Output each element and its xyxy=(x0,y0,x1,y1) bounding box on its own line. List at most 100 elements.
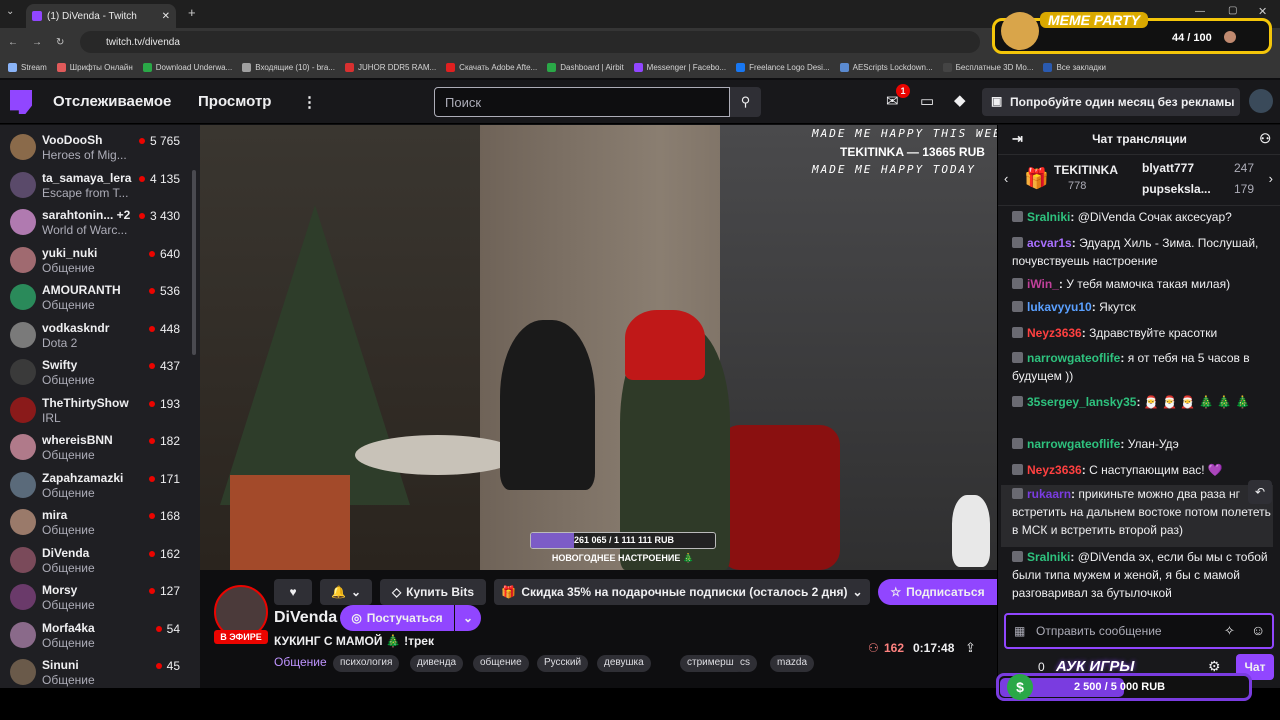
chat-username[interactable]: iWin_ xyxy=(1027,277,1059,291)
chat-message[interactable]: 35sergey_lansky35: 🎅 🎅 🎅 🎄 🎄 🎄 xyxy=(1012,393,1274,411)
tab-close-icon[interactable]: ✕ xyxy=(162,11,170,22)
reply-icon[interactable]: ↶ xyxy=(1248,480,1272,504)
chat-input[interactable]: ▦ Отправить сообщение ✧ ☺ xyxy=(1004,613,1274,649)
reload-icon[interactable]: ↻ xyxy=(56,37,64,48)
prime-crown-icon[interactable]: ◆ xyxy=(954,91,966,109)
forward-icon[interactable]: → xyxy=(32,37,42,48)
bookmark-item[interactable]: Dashboard | Airbit xyxy=(547,62,624,72)
maximize-icon[interactable]: ▢ xyxy=(1228,5,1237,16)
bookmark-item[interactable]: Скачать Adobe Afte... xyxy=(446,62,537,72)
nav-following[interactable]: Отслеживаемое xyxy=(53,93,171,110)
bookmark-item[interactable]: Messenger | Facebo... xyxy=(633,62,726,72)
bits-cheer-icon[interactable]: ✧ xyxy=(1224,623,1235,639)
search-button[interactable]: ⚲ xyxy=(730,87,761,117)
leaderboard-next-icon[interactable]: › xyxy=(1269,171,1273,186)
whispers-icon[interactable]: ▭ xyxy=(920,92,934,110)
sidebar-channel-item[interactable]: sarahtonin... +2 World of Warc... 3 430 xyxy=(0,203,200,240)
sidebar-channel-item[interactable]: Morsy Общение 127 xyxy=(0,578,200,615)
bookmark-item[interactable]: JUHOR DDR5 RAM... xyxy=(344,62,436,72)
sidebar-channel-item[interactable]: ta_samaya_lera Escape from T... 4 135 xyxy=(0,166,200,203)
channel-points-count[interactable]: 0 xyxy=(1038,660,1045,674)
sidebar-channel-item[interactable]: DiVenda Общение 162 xyxy=(0,541,200,578)
stream-tag[interactable]: общение xyxy=(473,655,529,672)
emote-picker-icon[interactable]: ☺ xyxy=(1251,622,1265,638)
user-badge-icon xyxy=(1012,396,1023,407)
chat-username[interactable]: 35sergey_lansky35 xyxy=(1027,395,1136,409)
chat-message[interactable]: Sralniki: @DiVenda Сочак аксесуар? xyxy=(1012,208,1274,226)
leaderboard-prev-icon[interactable]: ‹ xyxy=(1004,171,1008,186)
nav-browse[interactable]: Просмотр xyxy=(198,93,271,110)
stream-tag[interactable]: дивенда xyxy=(410,655,464,672)
chat-username[interactable]: Neyz3636 xyxy=(1027,463,1082,477)
bookmark-item[interactable]: Freelance Logo Desi... xyxy=(736,62,830,72)
twitch-logo-icon[interactable] xyxy=(10,90,32,114)
sidebar-channel-item[interactable]: Sinuni Общение 45 xyxy=(0,653,200,688)
bookmark-item[interactable]: Входящие (10) - bra... xyxy=(242,62,335,72)
stream-tag[interactable]: Русский xyxy=(537,655,589,672)
collapse-chat-icon[interactable]: ⇥ xyxy=(1012,125,1023,153)
ad-free-promo-button[interactable]: ▣ Попробуйте один месяц без рекламы xyxy=(982,88,1240,116)
sidebar-channel-item[interactable]: yuki_nuki Общение 640 xyxy=(0,241,200,278)
close-window-icon[interactable]: ✕ xyxy=(1258,5,1267,18)
more-menu-icon[interactable]: ⋮ xyxy=(302,93,317,111)
video-player[interactable]: MADE ME HAPPY THIS WEEK MADE ME HAPPY TO… xyxy=(200,125,997,570)
tab-list-icon[interactable]: ⌄ xyxy=(6,6,14,17)
bookmark-item[interactable]: Download Underwa... xyxy=(142,62,232,72)
new-tab-icon[interactable]: + xyxy=(188,5,196,20)
share-icon[interactable]: ⇪ xyxy=(965,640,976,656)
chat-message[interactable]: rukaarn: прикиньте можно два раза нг вст… xyxy=(1012,485,1274,539)
channel-name[interactable]: DiVenda xyxy=(274,609,337,627)
search-input[interactable]: Поиск xyxy=(434,87,730,117)
chat-message[interactable]: acvar1s: Эдуард Хиль - Зима. Послушай, п… xyxy=(1012,234,1274,270)
bookmark-item[interactable]: Шрифты Онлайн xyxy=(56,62,133,72)
chat-username[interactable]: Neyz3636 xyxy=(1027,326,1082,340)
chat-message[interactable]: Neyz3636: С наступающим вас! 💜 xyxy=(1012,461,1274,479)
sidebar-channel-item[interactable]: VooDooSh Heroes of Mig... 5 765 xyxy=(0,128,200,165)
gift-sub-promo-button[interactable]: 🎁 Скидка 35% на подарочные подписки (оста… xyxy=(494,579,870,605)
follow-heart-button[interactable]: ♥ xyxy=(274,579,312,605)
url-field[interactable]: twitch.tv/divenda xyxy=(80,31,980,53)
chat-username[interactable]: narrowgateoflife xyxy=(1027,351,1120,365)
chat-username[interactable]: acvar1s xyxy=(1027,236,1072,250)
buy-bits-button[interactable]: ◇ Купить Bits xyxy=(380,579,486,605)
chat-username[interactable]: rukaarn xyxy=(1027,487,1071,501)
stream-tag[interactable]: психология xyxy=(333,655,400,672)
stream-tag[interactable]: mazda xyxy=(770,655,815,672)
chat-username[interactable]: Sralniki xyxy=(1027,550,1070,564)
chat-message[interactable]: lukavyyu10: Якутск xyxy=(1012,298,1274,316)
sidebar-channel-item[interactable]: Morfa4ka Общение 54 xyxy=(0,616,200,653)
stream-tag[interactable]: cs xyxy=(733,655,757,672)
community-icon[interactable]: ⚇ xyxy=(1259,125,1271,153)
sidebar-channel-item[interactable]: mira Общение 168 xyxy=(0,503,200,540)
minimize-icon[interactable]: — xyxy=(1195,6,1205,17)
chat-username[interactable]: narrowgateoflife xyxy=(1027,437,1120,451)
sidebar-channel-item[interactable]: vodkaskndr Dota 2 448 xyxy=(0,316,200,353)
chat-username[interactable]: lukavyyu10 xyxy=(1027,300,1092,314)
chat-message[interactable]: narrowgateoflife: Улан-Удэ xyxy=(1012,435,1274,453)
sidebar-channel-item[interactable]: TheThirtyShow IRL 193 xyxy=(0,391,200,428)
channel-viewers: 437 xyxy=(149,359,180,373)
chat-username[interactable]: Sralniki xyxy=(1027,210,1070,224)
notifications-button[interactable]: 🔔 ⌄ xyxy=(320,579,372,605)
hype-dropdown-button[interactable]: ⌄ xyxy=(455,605,481,631)
bookmark-item[interactable]: Stream xyxy=(8,62,47,72)
chat-message[interactable]: iWin_: У тебя мамочка такая милая) xyxy=(1012,275,1274,293)
sidebar-channel-item[interactable]: AMOURANTH Общение 536 xyxy=(0,278,200,315)
stream-tag[interactable]: девушка xyxy=(597,655,651,672)
chat-message[interactable]: Sralniki: @DiVenda эх, если бы мы с тобо… xyxy=(1012,548,1274,602)
stream-category[interactable]: Общение xyxy=(274,655,327,669)
sidebar-channel-item[interactable]: Swifty Общение 437 xyxy=(0,353,200,390)
back-icon[interactable]: ← xyxy=(8,37,18,48)
browser-tab[interactable]: (1) DiVenda - Twitch ✕ xyxy=(26,4,176,28)
bookmark-item[interactable]: Бесплатные 3D Мо... xyxy=(942,62,1033,72)
user-avatar[interactable] xyxy=(1249,89,1273,113)
chat-message[interactable]: narrowgateoflife: я от тебя на 5 часов в… xyxy=(1012,349,1274,385)
subscribe-button[interactable]: ☆ Подписаться xyxy=(878,579,997,605)
bookmark-item[interactable]: Все закладки xyxy=(1043,62,1106,72)
chat-message[interactable]: Neyz3636: Здравствуйте красотки xyxy=(1012,324,1274,342)
sidebar-channel-item[interactable]: Zapahzamazki Общение 171 xyxy=(0,466,200,503)
user-badge-icon xyxy=(1012,438,1023,449)
bookmark-item[interactable]: AEScripts Lockdown... xyxy=(839,62,933,72)
sidebar-channel-item[interactable]: whereisBNN Общение 182 xyxy=(0,428,200,465)
hype-train-button[interactable]: ◎ Постучаться xyxy=(340,605,454,631)
